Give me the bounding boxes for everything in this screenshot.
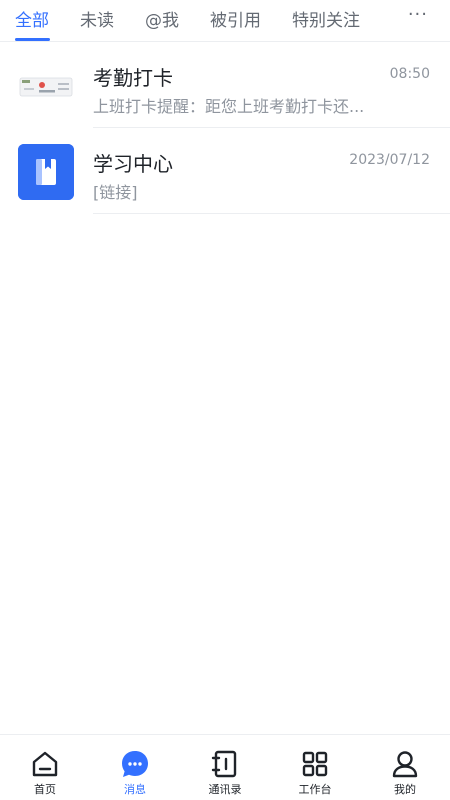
attendance-card-icon	[18, 58, 74, 114]
nav-label: 我的	[394, 783, 416, 796]
message-preview: 上班打卡提醒：距您上班考勤打卡还...	[93, 97, 365, 116]
divider	[93, 213, 450, 214]
message-icon	[120, 749, 150, 779]
bottom-navigation: 首页 消息 通讯录 工作台 我的	[0, 734, 450, 800]
nav-label: 消息	[124, 783, 146, 796]
message-time: 2023/07/12	[349, 152, 430, 168]
tab-quoted[interactable]: 被引用	[210, 6, 261, 31]
nav-contacts[interactable]: 通讯录	[180, 735, 270, 800]
apps-grid-icon	[300, 749, 330, 779]
message-title: 学习中心	[93, 152, 173, 176]
contacts-icon	[210, 749, 240, 779]
active-tab-indicator	[15, 38, 50, 41]
nav-label: 通讯录	[208, 783, 242, 796]
more-options-button[interactable]: ···	[408, 4, 428, 25]
tab-mentions[interactable]: @我	[145, 6, 179, 31]
message-time: 08:50	[389, 66, 430, 82]
filter-tab-bar: 全部 未读 @我 被引用 特别关注 ···	[0, 0, 450, 42]
nav-workbench[interactable]: 工作台	[270, 735, 360, 800]
message-preview: [链接]	[93, 183, 138, 202]
message-item-learning-center[interactable]: 学习中心 2023/07/12 [链接]	[0, 128, 450, 214]
profile-icon	[390, 749, 420, 779]
message-title: 考勤打卡	[93, 66, 173, 90]
nav-label: 工作台	[298, 783, 332, 796]
nav-home[interactable]: 首页	[0, 735, 90, 800]
tab-starred[interactable]: 特别关注	[292, 6, 360, 31]
book-icon	[18, 144, 74, 200]
nav-messages[interactable]: 消息	[90, 735, 180, 800]
nav-label: 首页	[34, 783, 56, 796]
home-icon	[30, 749, 60, 779]
tab-unread[interactable]: 未读	[80, 6, 114, 31]
nav-profile[interactable]: 我的	[360, 735, 450, 800]
tab-all[interactable]: 全部	[15, 6, 49, 31]
message-item-attendance[interactable]: 考勤打卡 08:50 上班打卡提醒：距您上班考勤打卡还...	[0, 42, 450, 128]
